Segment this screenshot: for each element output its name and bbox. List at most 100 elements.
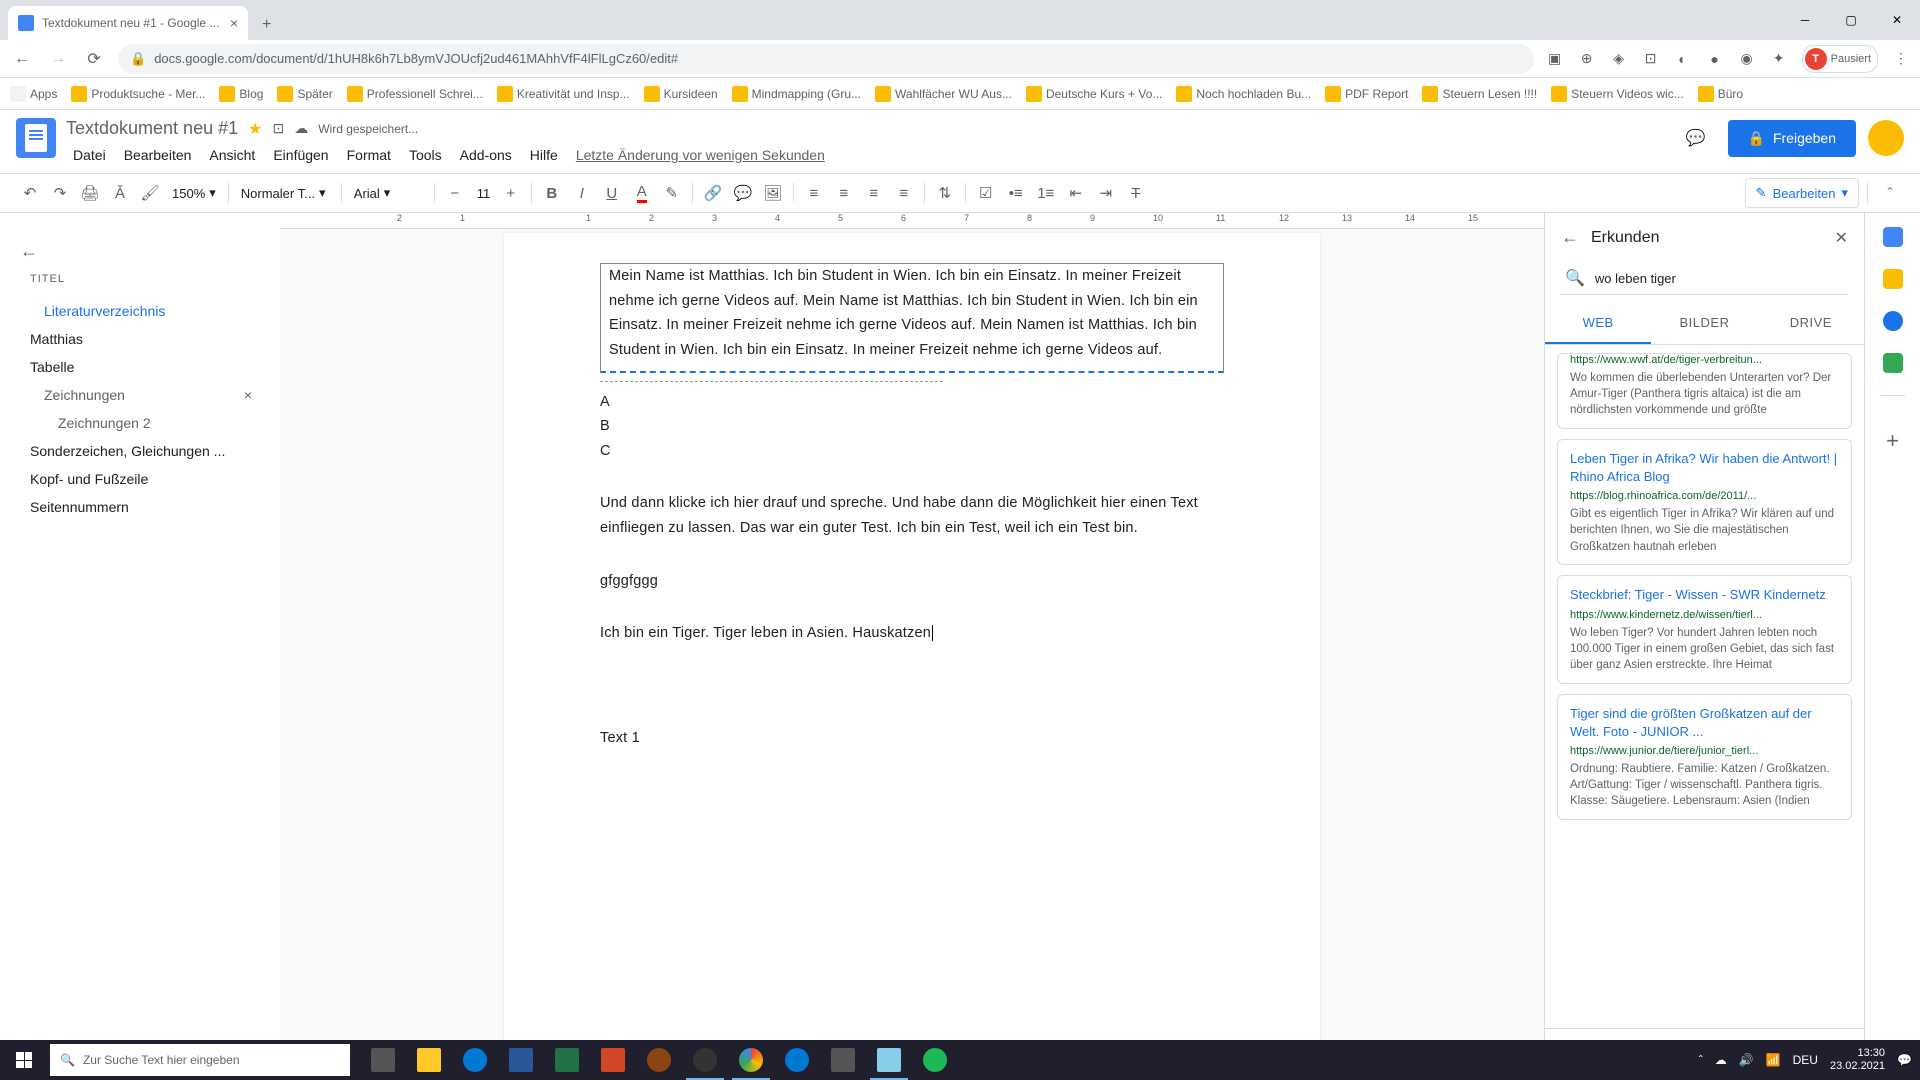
close-window-button[interactable]: ✕ [1874, 4, 1920, 36]
bookmark-item[interactable]: Mindmapping (Gru... [732, 86, 861, 102]
bookmark-item[interactable]: Später [277, 86, 332, 102]
font-select[interactable]: Arial ▾ [348, 181, 428, 205]
align-left-button[interactable]: ≡ [800, 179, 828, 207]
paint-format-button[interactable]: 🖌 [136, 179, 164, 207]
excel-icon[interactable] [544, 1040, 590, 1080]
print-button[interactable]: 🖨 [76, 179, 104, 207]
start-button[interactable] [0, 1040, 48, 1080]
indent-button[interactable]: ⇥ [1092, 179, 1120, 207]
search-result[interactable]: Leben Tiger in Afrika? Wir haben die Ant… [1557, 439, 1852, 565]
tab-drive[interactable]: DRIVE [1758, 303, 1864, 344]
maps-icon[interactable] [1883, 353, 1903, 373]
bookmark-item[interactable]: Noch hochladen Bu... [1176, 86, 1311, 102]
keep-icon[interactable] [1883, 269, 1903, 289]
paragraph[interactable]: Mein Name ist Matthias. Ich bin Student … [601, 264, 1223, 371]
onedrive-icon[interactable]: ☁ [1715, 1053, 1727, 1067]
back-icon[interactable]: ← [10, 50, 34, 68]
edge-icon[interactable] [452, 1040, 498, 1080]
bookmark-item[interactable]: Produktsuche - Mer... [71, 86, 205, 102]
link-button[interactable]: 🔗 [699, 179, 727, 207]
outline-item[interactable]: Seitennummern [30, 493, 260, 521]
zoom-icon[interactable]: ⊕ [1578, 50, 1596, 68]
checklist-button[interactable]: ☑ [972, 179, 1000, 207]
ext3-icon[interactable]: ◉ [1738, 50, 1756, 68]
last-edit-link[interactable]: Letzte Änderung vor wenigen Sekunden [569, 143, 832, 167]
app2-icon[interactable] [820, 1040, 866, 1080]
explore-results[interactable]: https://www.wwf.at/de/tiger-verbreitun..… [1545, 345, 1864, 1028]
bookmark-item[interactable]: Kreativität und Insp... [497, 86, 630, 102]
search-result[interactable]: Tiger sind die größten Großkatzen auf de… [1557, 694, 1852, 820]
powerpoint-icon[interactable] [590, 1040, 636, 1080]
clear-format-button[interactable]: T [1122, 179, 1150, 207]
menu-help[interactable]: Hilfe [523, 143, 565, 167]
horizontal-ruler[interactable] [280, 213, 1544, 229]
style-select[interactable]: Normaler T... ▾ [235, 181, 335, 205]
redo-button[interactable]: ↷ [46, 179, 74, 207]
chrome-icon[interactable] [728, 1040, 774, 1080]
browser-tab[interactable]: Textdokument neu #1 - Google ... × [8, 6, 248, 40]
edge2-icon[interactable] [774, 1040, 820, 1080]
notepad-icon[interactable] [866, 1040, 912, 1080]
paragraph[interactable]: Und dann klicke ich hier drauf und sprec… [600, 491, 1224, 540]
paragraph[interactable]: Ich bin ein Tiger. Tiger leben in Asien.… [600, 621, 1224, 646]
document-page[interactable]: Mein Name ist Matthias. Ich bin Student … [504, 233, 1320, 1063]
bookmark-item[interactable]: Steuern Lesen !!!! [1422, 86, 1537, 102]
apps-bookmark[interactable]: Apps [10, 86, 57, 102]
line-spacing-button[interactable]: ⇅ [931, 179, 959, 207]
url-input[interactable]: 🔒 docs.google.com/document/d/1hUH8k6h7Lb… [118, 44, 1534, 74]
paragraph[interactable]: gfggfggg [600, 569, 1224, 594]
qr-icon[interactable]: ⊡ [1642, 50, 1660, 68]
tab-close-icon[interactable]: × [230, 15, 238, 31]
menu-format[interactable]: Format [340, 143, 398, 167]
ext1-icon[interactable]: ◐ [1674, 50, 1692, 68]
list-item[interactable]: C [600, 439, 1224, 464]
maximize-button[interactable]: ▢ [1828, 4, 1874, 36]
spellcheck-button[interactable]: Ǎ [106, 179, 134, 207]
docs-logo-icon[interactable] [16, 118, 56, 158]
star-icon[interactable]: ★ [248, 119, 262, 139]
menu-file[interactable]: Datei [66, 143, 113, 167]
search-result[interactable]: https://www.wwf.at/de/tiger-verbreitun..… [1557, 353, 1852, 429]
bookmark-item[interactable]: PDF Report [1325, 86, 1408, 102]
bookmark-item[interactable]: Büro [1698, 86, 1743, 102]
zoom-select[interactable]: 150% ▾ [166, 181, 222, 205]
obs-icon[interactable] [682, 1040, 728, 1080]
account-avatar[interactable] [1868, 120, 1904, 156]
remove-outline-icon[interactable]: × [244, 387, 260, 403]
font-size[interactable]: 11 [471, 182, 495, 205]
list-item[interactable]: B [600, 414, 1224, 439]
move-icon[interactable]: ⊡ [272, 120, 284, 137]
comment-history-button[interactable]: 💬 [1676, 118, 1716, 158]
outline-back-icon[interactable]: ← [20, 241, 38, 262]
bullet-list-button[interactable]: •≡ [1002, 179, 1030, 207]
tab-web[interactable]: WEB [1545, 303, 1651, 344]
taskbar-search[interactable]: 🔍 Zur Suche Text hier eingeben [50, 1044, 350, 1076]
search-result[interactable]: Steckbrief: Tiger - Wissen - SWR Kindern… [1557, 575, 1852, 683]
cast-icon[interactable]: ▣ [1546, 50, 1564, 68]
menu-view[interactable]: Ansicht [202, 143, 262, 167]
align-right-button[interactable]: ≡ [860, 179, 888, 207]
spotify-icon[interactable] [912, 1040, 958, 1080]
italic-button[interactable]: I [568, 179, 596, 207]
outdent-button[interactable]: ⇤ [1062, 179, 1090, 207]
outline-item[interactable]: Tabelle [30, 353, 260, 381]
paragraph[interactable]: Text 1 [600, 726, 1224, 751]
numbered-list-button[interactable]: 1≡ [1032, 179, 1060, 207]
bookmark-item[interactable]: Deutsche Kurs + Vo... [1026, 86, 1162, 102]
menu-edit[interactable]: Bearbeiten [117, 143, 199, 167]
explore-close-icon[interactable]: ✕ [1835, 228, 1848, 248]
bookmark-item[interactable]: Wahlfächer WU Aus... [875, 86, 1012, 102]
align-justify-button[interactable]: ≡ [890, 179, 918, 207]
menu-tools[interactable]: Tools [402, 143, 449, 167]
add-addon-icon[interactable]: + [1886, 428, 1899, 454]
outline-item[interactable]: Zeichnungen 2 [30, 409, 260, 437]
tasks-icon[interactable] [1883, 311, 1903, 331]
share-button[interactable]: 🔒 Freigeben [1728, 120, 1856, 157]
notifications-icon[interactable]: 💬 [1897, 1053, 1912, 1067]
document-canvas[interactable]: Mein Name ist Matthias. Ich bin Student … [280, 213, 1544, 1063]
comment-button[interactable]: 💬 [729, 179, 757, 207]
reload-icon[interactable]: ⟳ [82, 49, 106, 69]
highlight-button[interactable]: ✎ [658, 179, 686, 207]
underline-button[interactable]: U [598, 179, 626, 207]
font-size-decrease[interactable]: − [441, 179, 469, 207]
